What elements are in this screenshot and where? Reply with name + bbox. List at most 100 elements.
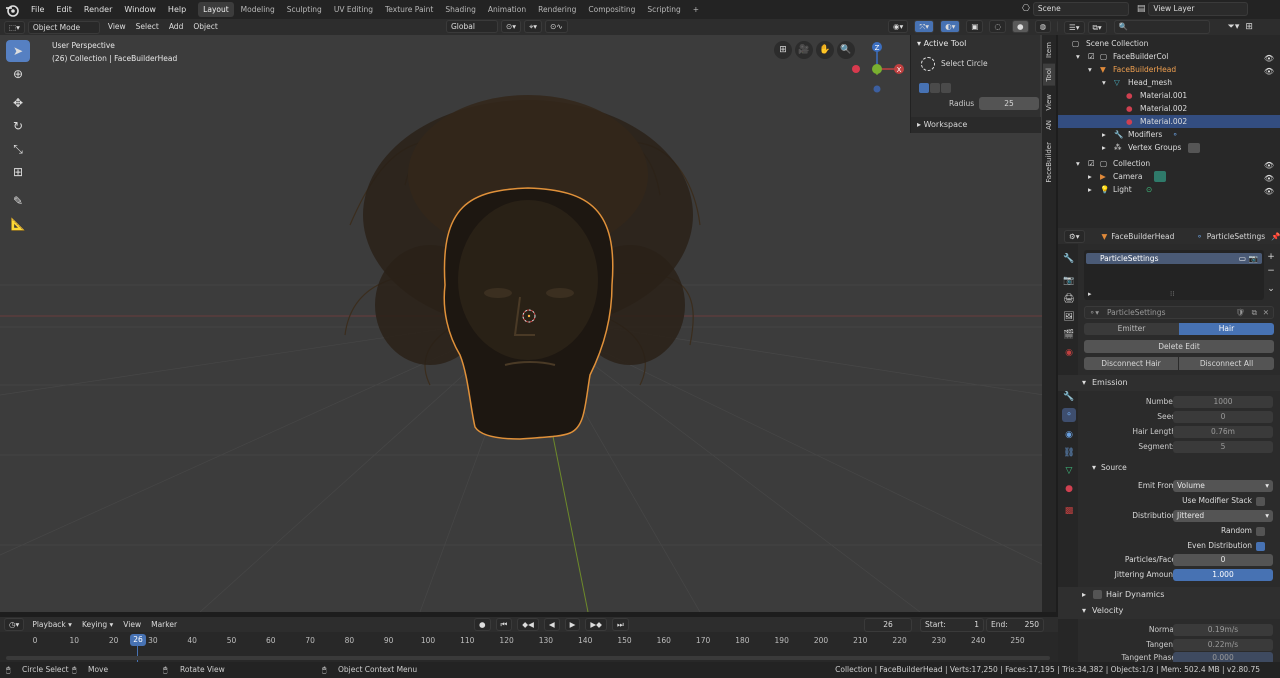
shading-material-icon[interactable]: ◍ [1034, 20, 1052, 33]
random-checkbox[interactable] [1256, 527, 1265, 536]
even-distribution-checkbox[interactable] [1256, 542, 1265, 551]
transform-tool-icon[interactable]: ⊞ [6, 161, 30, 183]
workspace-header[interactable]: Workspace [924, 120, 968, 129]
proportional-edit-icon[interactable]: ⊙∿ [545, 20, 568, 33]
radius-field[interactable]: 25 [979, 97, 1039, 110]
next-keyframe-icon[interactable]: ▶◆ [585, 618, 607, 631]
menu-select[interactable]: Select [131, 20, 164, 34]
mode-dropdown[interactable]: Object Mode [27, 20, 100, 34]
outliner-row[interactable]: ▢ Scene Collection [1058, 37, 1280, 50]
overlay-toggle-icon[interactable]: ◐▾ [940, 20, 961, 33]
tab-shading[interactable]: Shading [440, 2, 480, 17]
view-layer-field[interactable]: View Layer [1148, 2, 1249, 16]
menu-file[interactable]: File [25, 0, 50, 19]
checkbox-icon[interactable]: ☑ [1088, 50, 1095, 63]
disconnect-hair-button[interactable]: Disconnect Hair [1084, 357, 1178, 370]
menu-render[interactable]: Render [78, 0, 118, 19]
pin-icon[interactable]: 📌 [1271, 232, 1280, 241]
normal-field[interactable]: 0.19m/s [1173, 624, 1273, 636]
record-icon[interactable]: ● [474, 618, 491, 631]
scene-field[interactable]: Scene [1032, 2, 1129, 16]
outliner-row[interactable]: ● Material.002 [1058, 115, 1280, 128]
eye-icon[interactable]: 👁 [1264, 185, 1274, 198]
scale-tool-icon[interactable]: ⤡ [6, 138, 30, 160]
current-frame-field[interactable]: 26 [864, 618, 912, 632]
tangent-field[interactable]: 0.22m/s [1173, 639, 1273, 651]
jump-start-icon[interactable]: ⏮ [495, 618, 513, 631]
tab-view[interactable]: View [1043, 90, 1055, 115]
hair-dynamics-checkbox[interactable] [1093, 590, 1102, 599]
collapse-arrow-icon[interactable]: ▸ [917, 120, 921, 129]
grid-view-icon[interactable]: ⊞ [774, 41, 792, 59]
menu-object[interactable]: Object [188, 20, 222, 34]
tab-texture-paint[interactable]: Texture Paint [380, 2, 438, 17]
camera-view-icon[interactable]: 🎥 [795, 41, 813, 59]
menu-add[interactable]: Add [164, 20, 189, 34]
visibility-icon[interactable]: ◉▾ [888, 20, 909, 33]
menu-playback[interactable]: Playback ▾ [27, 618, 77, 632]
checkbox-icon[interactable]: ☑ [1088, 157, 1095, 170]
world-tab-icon[interactable]: ◉ [1062, 346, 1076, 360]
tab-tool[interactable]: Tool [1043, 64, 1055, 86]
hair-length-field[interactable]: 0.76m [1173, 426, 1273, 438]
pivot-icon[interactable]: ⊙▾ [501, 20, 522, 33]
display-mode-icon[interactable]: ⧉▾ [1087, 20, 1107, 34]
list-item[interactable]: ParticleSettings ▭ 📷 [1086, 253, 1262, 264]
mode-extend-icon[interactable] [930, 83, 940, 93]
tab-scripting[interactable]: Scripting [642, 2, 685, 17]
outliner-row[interactable]: ▾ ☑ ▢ FaceBuilderCol 👁 [1058, 50, 1280, 63]
end-frame-field[interactable]: End: 250 [986, 618, 1044, 632]
outliner-type-icon[interactable]: ☰▾ [1064, 20, 1085, 34]
tab-uv-editing[interactable]: UV Editing [329, 2, 378, 17]
tab-animation[interactable]: Animation [483, 2, 531, 17]
emission-panel-header[interactable]: ▾ Emission [1058, 375, 1280, 391]
blender-logo-icon[interactable] [5, 3, 19, 17]
prev-keyframe-icon[interactable]: ◆◀ [517, 618, 539, 631]
outliner-row[interactable]: ● Material.001 [1058, 89, 1280, 102]
start-frame-field[interactable]: Start: 1 [920, 618, 984, 632]
shading-wireframe-icon[interactable]: ◌ [989, 20, 1007, 33]
tool-tab-icon[interactable]: 🔧 [1062, 252, 1076, 266]
menu-view[interactable]: View [118, 618, 146, 632]
render-tab-icon[interactable]: 📷 [1062, 274, 1076, 288]
object-name[interactable]: FaceBuilderHead [1111, 232, 1174, 241]
number-field[interactable]: 1000 [1173, 396, 1273, 408]
gizmo-toggle-icon[interactable]: ⤧▾ [914, 20, 935, 33]
measure-tool-icon[interactable]: 📐 [6, 213, 30, 235]
unlink-icon[interactable]: ✕ [1263, 307, 1269, 318]
outliner-row[interactable]: ▾ ☑ ▢ Collection 👁 [1058, 157, 1280, 170]
remove-slot-icon[interactable]: − [1264, 264, 1278, 278]
collapse-arrow-icon[interactable]: ▾ [917, 39, 921, 48]
menu-view[interactable]: View [103, 20, 131, 34]
emitter-button[interactable]: Emitter [1084, 323, 1179, 335]
editor-type-icon[interactable]: ⬚▾ [4, 20, 25, 34]
tab-an[interactable]: AN [1043, 116, 1055, 134]
velocity-panel-header[interactable]: ▾ Velocity [1058, 603, 1280, 619]
distribution-dropdown[interactable]: Jittered ▾ [1173, 510, 1273, 522]
tab-facebuilder[interactable]: FaceBuilder [1043, 138, 1055, 187]
visibility-icon[interactable]: ▭ [1239, 253, 1246, 264]
rotate-tool-icon[interactable]: ↻ [6, 115, 30, 137]
view-layer-tab-icon[interactable]: 🖼 [1062, 310, 1076, 324]
orientation-dropdown[interactable]: Global [446, 20, 498, 33]
tab-compositing[interactable]: Compositing [583, 2, 640, 17]
delete-edit-button[interactable]: Delete Edit [1084, 340, 1274, 353]
menu-keying[interactable]: Keying ▾ [77, 618, 118, 632]
annotate-tool-icon[interactable]: ✎ [6, 190, 30, 212]
outliner-row[interactable]: ▸ 🔧 Modifiers ⚬ [1058, 128, 1280, 141]
tab-item[interactable]: Item [1043, 38, 1055, 62]
seed-field[interactable]: 0 [1173, 411, 1273, 423]
tab-sculpting[interactable]: Sculpting [282, 2, 327, 17]
jittering-field[interactable]: 1.000 [1173, 569, 1273, 581]
particle-settings-field[interactable]: ⚬▾ ParticleSettings 🛡 ⧉ ✕ [1084, 306, 1274, 319]
tab-rendering[interactable]: Rendering [533, 2, 581, 17]
segments-field[interactable]: 5 [1173, 441, 1273, 453]
outliner-row[interactable]: ▾ ▽ Head_mesh [1058, 76, 1280, 89]
outliner-row[interactable]: ● Material.002 [1058, 102, 1280, 115]
scene-icon[interactable]: ⎔ [1022, 4, 1030, 14]
render-icon[interactable]: 📷 [1249, 253, 1258, 264]
list-menu-icon[interactable]: ⌄ [1264, 282, 1278, 296]
shading-solid-icon[interactable]: ● [1012, 20, 1029, 33]
resize-handle-icon[interactable]: ⁞⁞ [1170, 290, 1174, 298]
emit-from-dropdown[interactable]: Volume ▾ [1173, 480, 1273, 492]
